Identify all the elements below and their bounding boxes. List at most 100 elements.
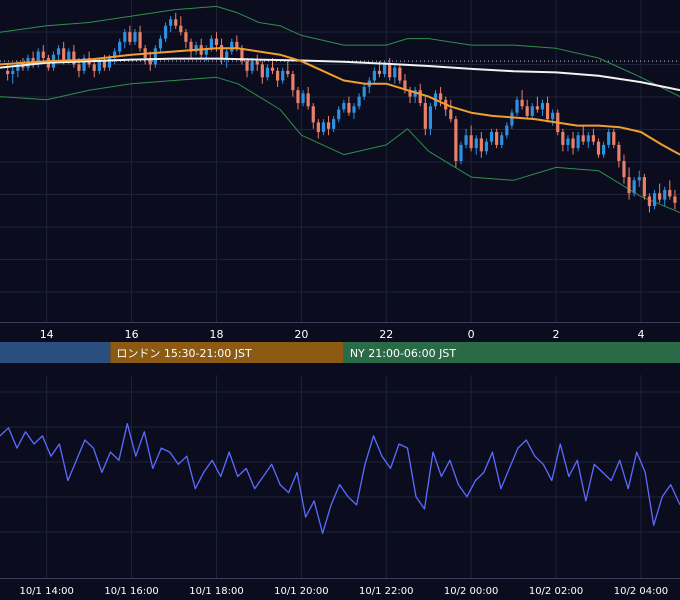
bollinger-upper-line — [0, 5, 680, 98]
candle-body — [158, 38, 163, 49]
candle-body — [515, 99, 519, 113]
candle-body — [372, 70, 376, 81]
candle-body — [281, 70, 285, 81]
candle-body — [92, 64, 96, 71]
candle-body — [41, 51, 45, 58]
oscillator-line — [0, 423, 680, 534]
candle-body — [326, 122, 331, 129]
candle-body — [510, 112, 514, 126]
candle-body — [663, 189, 667, 200]
session-label: NY 21:00-06:00 JST — [350, 347, 457, 360]
candle-body — [97, 61, 101, 71]
candle-body — [347, 103, 351, 113]
candle-body — [337, 109, 341, 120]
candle-body — [673, 196, 677, 203]
candle-body — [596, 141, 601, 155]
candle-body — [11, 70, 15, 75]
candle-body — [321, 122, 326, 133]
candle-body — [276, 70, 280, 81]
candle-body — [612, 132, 616, 145]
candle-body — [255, 61, 259, 65]
candle-body — [56, 48, 61, 55]
candle-body — [286, 70, 290, 75]
candle-body — [311, 106, 315, 123]
candle-body — [230, 41, 234, 52]
candle-body — [138, 32, 142, 49]
time-tick-label: 22 — [379, 328, 393, 341]
candle-body — [357, 96, 361, 107]
candle-body — [505, 125, 509, 136]
candle-body — [586, 135, 590, 142]
time-tick-label: 2 — [553, 328, 560, 341]
ma-long-line — [0, 57, 680, 92]
candle-body — [6, 70, 10, 75]
candle-body — [561, 132, 565, 145]
candle-body — [184, 32, 188, 42]
candle-body — [545, 103, 550, 120]
datetime-tick-label: 10/1 18:00 — [189, 586, 243, 597]
candle-body — [169, 19, 173, 26]
candle-body — [260, 64, 264, 78]
session-label: ロンドン 15:30-21:00 JST — [116, 347, 252, 360]
candle-body — [566, 138, 570, 145]
time-tick-label: 18 — [209, 328, 223, 341]
time-tick-label: 16 — [125, 328, 139, 341]
candle-body — [484, 141, 489, 152]
oscillator — [0, 423, 680, 534]
candle-body — [342, 103, 346, 110]
candle-body — [352, 106, 356, 113]
candle-body — [77, 64, 81, 71]
candle-body — [652, 193, 657, 207]
chart-root: 14 16 18 20 22 0 2 4 ロンドン 15:30-21:00 JST NY 21:… — [0, 0, 680, 597]
datetime-tick-label: 10/1 20:00 — [274, 586, 328, 597]
candle-body — [632, 180, 636, 194]
oscillator-grid — [0, 375, 680, 579]
candle-body — [245, 61, 249, 71]
candle-body — [362, 86, 366, 97]
candle-body — [520, 99, 524, 107]
candle-body — [270, 67, 275, 71]
candle-body — [214, 38, 219, 46]
candle-body — [163, 25, 168, 39]
candle-body — [153, 48, 157, 65]
candle-body — [627, 177, 631, 194]
candle-body — [489, 132, 494, 142]
candle-body — [316, 122, 320, 133]
candle-body — [469, 135, 473, 149]
candle-body — [607, 132, 611, 145]
candle-body — [601, 144, 606, 155]
candle-body — [530, 106, 534, 116]
datetime-tick-label: 10/1 22:00 — [359, 586, 413, 597]
candle-body — [622, 161, 626, 178]
candle-body — [174, 19, 178, 26]
candle-body — [398, 67, 402, 81]
datetime-tick-label: 10/2 02:00 — [529, 586, 583, 597]
candle-body — [423, 103, 427, 129]
candle-body — [128, 32, 132, 42]
candle-body — [118, 41, 122, 52]
candle-body — [500, 135, 504, 145]
candle-body — [642, 177, 646, 197]
datetime-tick-label: 10/2 04:00 — [614, 586, 668, 597]
candle-body — [464, 135, 468, 145]
candle-body — [291, 74, 295, 91]
candle-body — [540, 103, 545, 110]
candle-body — [581, 135, 585, 142]
candle-body — [454, 119, 458, 161]
candle-body — [428, 106, 433, 129]
candle-body — [535, 106, 539, 110]
candle-body — [525, 106, 529, 116]
datetime-tick-label: 10/1 16:00 — [104, 586, 158, 597]
candle-body — [62, 48, 66, 62]
time-tick-label: 0 — [468, 328, 475, 341]
time-tick-label: 14 — [40, 328, 54, 341]
candle-body — [591, 135, 596, 142]
candle-body — [449, 109, 453, 120]
candle-body — [306, 93, 310, 107]
candle-body — [377, 70, 382, 75]
candle-body — [393, 67, 397, 78]
candle-body — [576, 135, 580, 149]
candle-body — [571, 138, 575, 149]
candle-body — [382, 64, 387, 75]
datetime-tick-label: 10/1 14:00 — [19, 586, 73, 597]
